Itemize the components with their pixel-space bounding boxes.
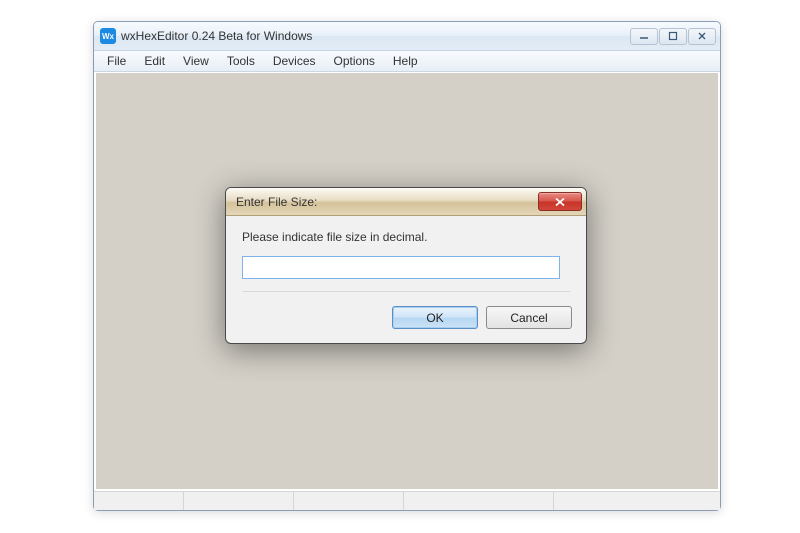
dialog-close-button[interactable] <box>538 192 582 211</box>
window-controls <box>630 28 716 45</box>
status-cell <box>94 492 184 510</box>
titlebar: Wx wxHexEditor 0.24 Beta for Windows <box>94 22 720 51</box>
menu-devices[interactable]: Devices <box>264 52 325 70</box>
maximize-button[interactable] <box>659 28 687 45</box>
file-size-input[interactable] <box>242 256 560 279</box>
status-cell <box>294 492 404 510</box>
minimize-button[interactable] <box>630 28 658 45</box>
app-icon: Wx <box>100 28 116 44</box>
minimize-icon <box>639 31 649 41</box>
status-cell <box>404 492 554 510</box>
dialog-prompt: Please indicate file size in decimal. <box>242 230 570 244</box>
menu-edit[interactable]: Edit <box>135 52 174 70</box>
menu-file[interactable]: File <box>98 52 135 70</box>
dialog-titlebar: Enter File Size: <box>226 188 586 216</box>
menu-help[interactable]: Help <box>384 52 427 70</box>
menu-view[interactable]: View <box>174 52 218 70</box>
menu-options[interactable]: Options <box>325 52 384 70</box>
dialog-body: Please indicate file size in decimal. <box>226 216 586 306</box>
maximize-icon <box>668 31 678 41</box>
window-title: wxHexEditor 0.24 Beta for Windows <box>121 29 630 43</box>
cancel-button[interactable]: Cancel <box>486 306 572 329</box>
status-cell <box>554 492 720 510</box>
close-icon <box>697 31 707 41</box>
close-icon <box>554 197 566 207</box>
dialog-buttons: OK Cancel <box>226 306 586 343</box>
close-button[interactable] <box>688 28 716 45</box>
statusbar <box>94 491 720 510</box>
separator <box>242 291 570 292</box>
menubar: File Edit View Tools Devices Options Hel… <box>94 51 720 72</box>
status-cell <box>184 492 294 510</box>
dialog-title: Enter File Size: <box>236 195 538 209</box>
file-size-dialog: Enter File Size: Please indicate file si… <box>225 187 587 344</box>
ok-button[interactable]: OK <box>392 306 478 329</box>
menu-tools[interactable]: Tools <box>218 52 264 70</box>
